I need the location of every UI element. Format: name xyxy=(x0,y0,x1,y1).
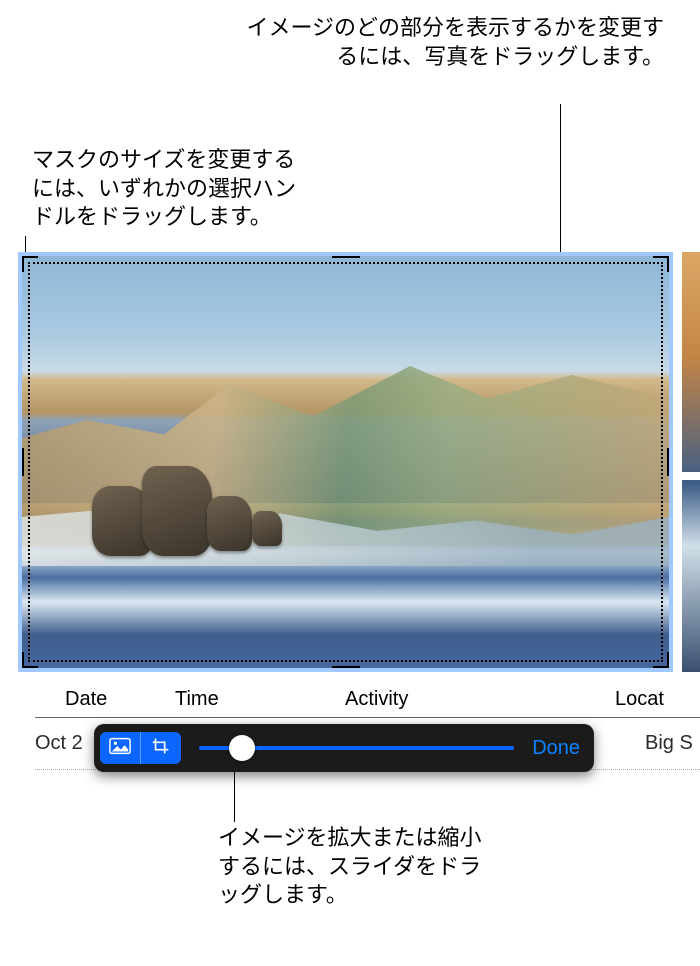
image-mask-area[interactable] xyxy=(18,252,673,672)
col-time: Time xyxy=(175,688,345,711)
callout-zoom-slider: イメージを拡大または縮小するには、スライダをドラッグします。 xyxy=(218,824,498,910)
mode-segmented-control xyxy=(100,732,181,764)
crop-handle-top-right[interactable] xyxy=(649,254,671,276)
image-edit-toolbar: Done xyxy=(94,724,594,772)
crop-handle-left[interactable] xyxy=(19,448,24,476)
cell-location: Big S xyxy=(645,732,700,755)
col-activity: Activity xyxy=(345,688,615,711)
crop-handle-bottom-right[interactable] xyxy=(649,648,671,670)
crop-handle-bottom[interactable] xyxy=(332,666,360,671)
table-header-row: Date Time Activity Locat xyxy=(35,688,700,718)
crop-handle-right[interactable] xyxy=(667,448,672,476)
mode-image-button[interactable] xyxy=(100,732,140,764)
cell-date: Oct 2 xyxy=(35,732,100,755)
photo-content[interactable] xyxy=(22,256,669,668)
adjacent-image-gap xyxy=(682,472,700,480)
crop-handle-bottom-left[interactable] xyxy=(20,648,42,670)
crop-handle-top[interactable] xyxy=(332,253,360,258)
crop-handle-top-left[interactable] xyxy=(20,254,42,276)
col-date: Date xyxy=(35,688,175,711)
adjacent-image-preview xyxy=(682,252,700,672)
callout-line xyxy=(234,772,235,822)
callout-drag-photo: イメージのどの部分を表示するかを変更するには、写真をドラッグします。 xyxy=(244,14,664,71)
col-location: Locat xyxy=(615,688,700,711)
image-icon xyxy=(109,737,131,760)
mode-crop-button[interactable] xyxy=(141,732,181,764)
zoom-slider[interactable] xyxy=(199,732,514,764)
done-button[interactable]: Done xyxy=(528,737,584,760)
callout-mask-resize: マスクのサイズを変更するには、いずれかの選択ハンドルをドラッグします。 xyxy=(32,146,312,232)
zoom-slider-thumb[interactable] xyxy=(229,735,255,761)
crop-icon xyxy=(150,737,172,760)
